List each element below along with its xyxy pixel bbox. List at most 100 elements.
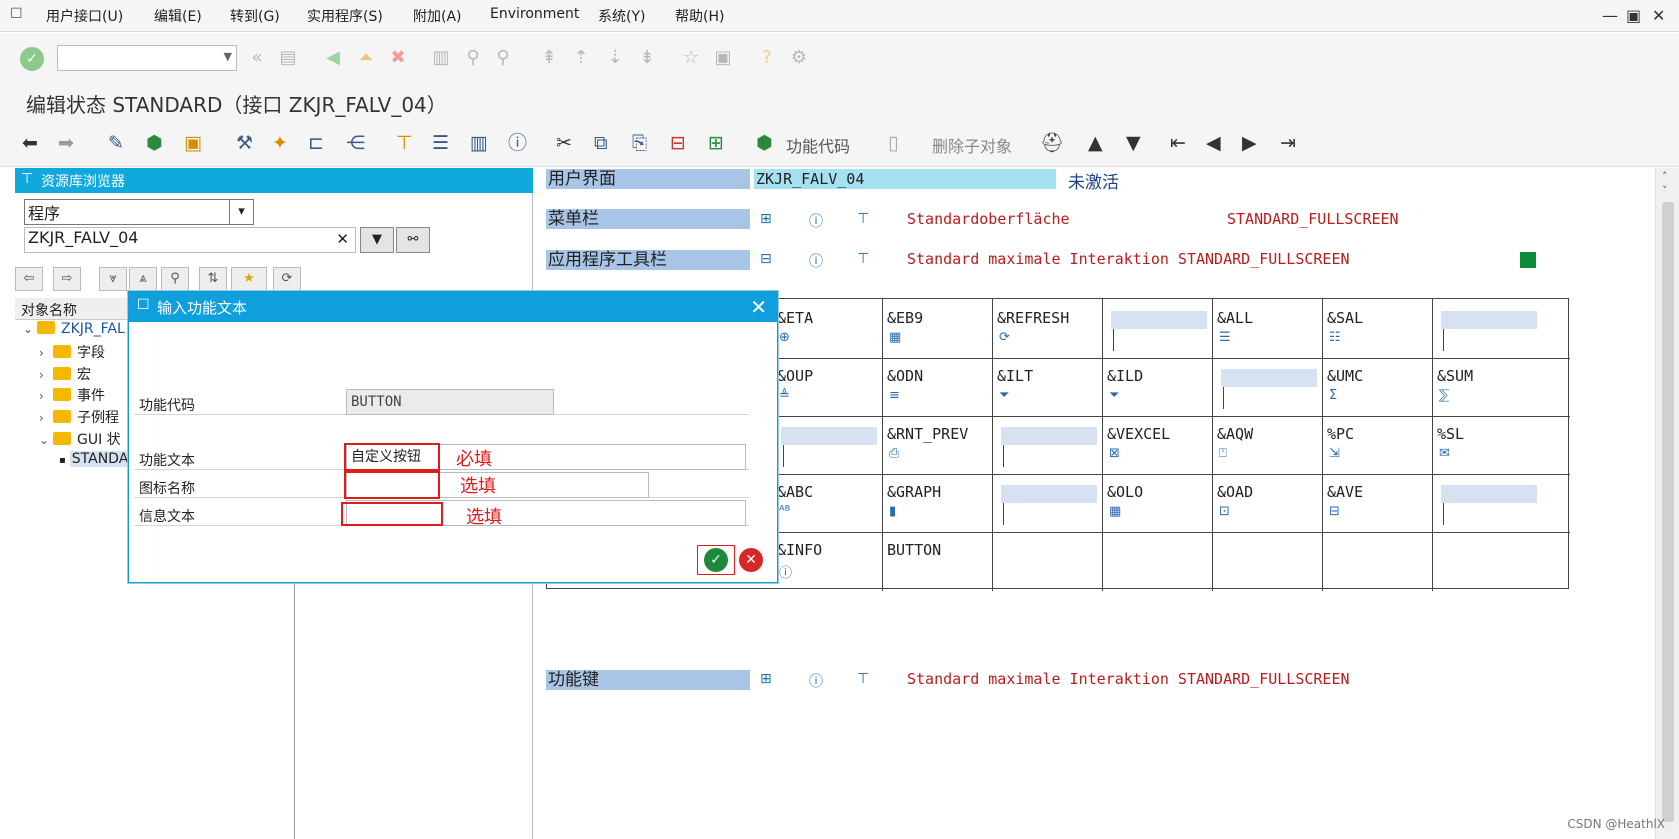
menu-bar-ref[interactable]: STANDARD_FULLSCREEN [1227,210,1399,228]
function-key-empty[interactable] [1103,531,1213,591]
cancel-icon[interactable]: ✖ [387,47,409,69]
function-key-pc[interactable]: %PC ⇲ [1323,415,1433,475]
close-icon[interactable]: ✕ [750,295,767,319]
function-key-refresh[interactable]: &REFRESH ⟳ [993,299,1103,359]
info-icon[interactable]: ⓘ [508,131,527,155]
function-key-empty[interactable] [1103,299,1213,359]
function-key-aqw[interactable]: &AQW ⍞ [1213,415,1323,475]
chevron-right-icon[interactable]: › [39,411,53,425]
insert-row-icon[interactable]: ⊞ [708,131,724,155]
function-key-empty[interactable] [1323,531,1433,591]
function-key-info[interactable]: &INFO ⓘ [773,531,883,591]
function-key-button[interactable]: BUTTON [883,531,993,591]
function-key-empty[interactable] [1213,357,1323,417]
app-menu-icon[interactable]: ☐ [10,6,23,22]
hat-icon[interactable]: ⛑ [1040,131,1064,155]
tree-root[interactable]: ⌄ ZKJR_FAL [23,321,125,337]
function-key-all[interactable]: &ALL ☰ [1213,299,1323,359]
function-key-sl[interactable]: %SL ✉ [1433,415,1570,475]
check-icon[interactable]: ▣ [184,131,202,155]
function-key-empty[interactable] [1433,531,1570,591]
activate-icon[interactable]: ⚒ [236,131,253,155]
delete-row-icon[interactable]: ⊟ [670,131,686,155]
menu-extras[interactable]: 附加(A) [413,6,462,26]
chevron-right-icon[interactable]: › [39,389,53,403]
info-icon[interactable]: ⓘ [809,211,823,231]
menu-system[interactable]: 系统(Y) [598,6,645,26]
function-key-empty[interactable] [1213,531,1323,591]
tree-item-gui-status[interactable]: ⌄ GUI 状 [39,429,121,449]
last-icon[interactable]: ⇥ [1280,131,1296,155]
menu-edit[interactable]: 编辑(E) [154,6,202,26]
align-icon[interactable]: ☰ [432,131,449,155]
display-change-icon[interactable]: ✎ [108,131,124,155]
copy-icon[interactable]: ⧉ [594,131,608,155]
tree-item-events[interactable]: › 事件 [39,385,105,405]
chevron-down-icon[interactable]: ⌄ [39,433,53,447]
chevron-right-icon[interactable]: › [39,368,53,382]
tree-item-subroutines[interactable]: › 子例程 [39,407,119,427]
function-key-rnt-prev[interactable]: &RNT_PREV ⎙ [883,415,993,475]
favorites-button[interactable]: ★ [231,267,267,291]
function-key-umc[interactable]: &UMC Σ [1323,357,1433,417]
menu-utilities[interactable]: 实用程序(S) [307,6,383,26]
menu-help[interactable]: 帮助(H) [675,6,724,26]
function-key-sal[interactable]: &SAL ☷ [1323,299,1433,359]
function-key-vexcel[interactable]: &VEXCEL ⊠ [1103,415,1213,475]
expand-menu-icon[interactable]: ⊞ [760,211,772,227]
function-key-empty[interactable] [993,473,1103,533]
function-key-empty[interactable] [773,415,883,475]
function-key-sum[interactable]: &SUM ⅀ [1433,357,1570,417]
where-used-icon[interactable]: ⊏ [308,131,324,155]
dropdown-button[interactable]: ▼ [360,227,394,253]
app-toolbar-text[interactable]: Standard maximale Interaktion STANDARD_F… [907,250,1350,268]
display-button[interactable]: ⚯ [396,227,430,253]
exit-icon[interactable]: ⏶ [355,47,377,69]
back-icon[interactable]: ◀ [322,47,344,69]
scroll-up-icon[interactable]: ˄ [1662,170,1668,183]
function-key-empty[interactable] [993,531,1103,591]
function-key-empty[interactable] [1433,299,1570,359]
sort-button[interactable]: ⇅ [199,267,227,291]
enter-icon[interactable]: ✓ [20,47,44,71]
menu-goto[interactable]: 转到(G) [230,6,280,26]
delete-subobject-button[interactable]: 删除子对象 [932,133,1012,157]
layout-icon[interactable]: ▥ [470,131,488,155]
refresh-button[interactable]: ⟳ [273,267,301,291]
chevron-down-icon[interactable]: ⌄ [23,322,37,336]
function-code-button[interactable]: 功能代码 [786,133,850,157]
minimize-icon[interactable]: — [1602,6,1618,25]
expand-keys-icon[interactable]: ⊞ [760,671,772,687]
scrollbar-thumb[interactable] [1662,202,1674,822]
move-up-icon[interactable]: ▲ [1088,131,1103,155]
chevron-down-icon[interactable]: ▾ [229,200,253,224]
function-key-empty[interactable] [993,415,1103,475]
next-icon[interactable]: ▶ [1242,131,1257,155]
function-code-icon[interactable]: ⬢ [756,131,773,155]
expand-button[interactable]: ⩓ [129,267,157,291]
close-window-icon[interactable]: ✕ [1652,6,1665,25]
forward-nav-button[interactable]: ⇨ [53,267,81,291]
maximize-icon[interactable]: ▣ [1626,6,1641,25]
function-key-ilt[interactable]: &ILT ⏷ [993,357,1103,417]
hierarchy-icon[interactable]: ⊤ [857,211,869,227]
chevron-down-icon[interactable]: ▼ [224,50,232,63]
collapse-toolbar-icon[interactable]: ⊟ [760,251,772,267]
function-key-eta[interactable]: &ETA ⊕ [773,299,883,359]
cut-icon[interactable]: ✂ [556,131,572,155]
function-key-ave[interactable]: &AVE ⊟ [1323,473,1433,533]
hierarchy-icon[interactable]: ⊤ [857,251,869,267]
hierarchy-icon[interactable]: ⊤ [857,671,869,687]
find-button[interactable]: ⚲ [161,267,189,291]
chevron-right-icon[interactable]: › [39,346,53,360]
clear-icon[interactable]: ✕ [336,230,349,248]
function-key-graph[interactable]: &GRAPH ▮ [883,473,993,533]
function-key-oup[interactable]: &OUP ≜ [773,357,883,417]
switch-icon[interactable]: ⬢ [146,131,163,155]
function-key-oad[interactable]: &OAD ⊡ [1213,473,1323,533]
command-field[interactable]: ▼ [57,45,237,71]
navigate-icon[interactable]: ⋲ [346,131,365,155]
move-down-icon[interactable]: ▼ [1126,131,1141,155]
vertical-scrollbar[interactable]: ˄ ˅ [1655,168,1679,839]
function-key-odn[interactable]: &ODN ≡ [883,357,993,417]
